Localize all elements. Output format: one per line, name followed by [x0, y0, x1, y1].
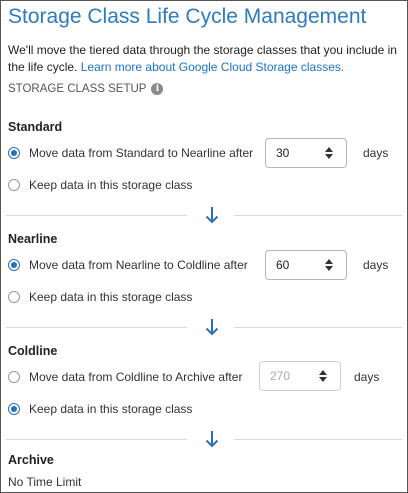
nearline-move-label: Move data from Nearline to Coldline afte… — [29, 258, 248, 272]
learn-more-link[interactable]: Learn more about Google Cloud Storage cl… — [81, 60, 345, 74]
standard-move-label: Move data from Standard to Nearline afte… — [29, 146, 254, 160]
arrow-down-icon — [205, 431, 219, 448]
spin-down-icon[interactable] — [325, 154, 333, 159]
section-title-archive: Archive — [8, 453, 54, 467]
coldline-days-stepper[interactable]: 270 — [259, 361, 341, 391]
section-title-coldline: Coldline — [8, 344, 58, 358]
standard-days-unit: days — [363, 146, 389, 160]
standard-keep-label: Keep data in this storage class — [29, 178, 193, 192]
standard-keep-option[interactable]: Keep data in this storage class — [8, 178, 192, 192]
divider — [6, 327, 187, 328]
nearline-keep-label: Keep data in this storage class — [29, 290, 193, 304]
setup-label: STORAGE CLASS SETUP — [8, 83, 147, 95]
coldline-days-value: 270 — [270, 369, 291, 383]
divider — [234, 439, 402, 440]
divider — [234, 327, 402, 328]
standard-days-stepper[interactable]: 30 — [265, 138, 347, 168]
spin-down-icon[interactable] — [319, 377, 327, 382]
spin-up-icon[interactable] — [325, 259, 333, 264]
intro-text: We'll move the tiered data through the s… — [8, 42, 400, 76]
standard-keep-radio[interactable] — [8, 179, 20, 191]
coldline-move-label: Move data from Coldline to Archive after — [29, 370, 243, 384]
nearline-move-option[interactable]: Move data from Nearline to Coldline afte… — [8, 258, 248, 272]
storage-class-setup-heading: STORAGE CLASS SETUP i — [8, 83, 164, 95]
nearline-move-radio[interactable] — [8, 259, 20, 271]
lifecycle-panel: Storage Class Life Cycle Management We'l… — [0, 0, 408, 493]
arrow-down-icon — [205, 319, 219, 336]
nearline-days-value: 60 — [276, 258, 290, 272]
nearline-keep-radio[interactable] — [8, 291, 20, 303]
nearline-days-unit: days — [363, 258, 389, 272]
section-title-nearline: Nearline — [8, 232, 58, 246]
coldline-keep-radio[interactable] — [8, 403, 20, 415]
standard-days-value: 30 — [276, 146, 290, 160]
coldline-move-option[interactable]: Move data from Coldline to Archive after — [8, 370, 242, 384]
coldline-days-spin[interactable] — [314, 370, 332, 382]
standard-move-radio[interactable] — [8, 147, 20, 159]
page-title: Storage Class Life Cycle Management — [8, 5, 367, 28]
spin-up-icon[interactable] — [319, 370, 327, 375]
divider — [6, 439, 187, 440]
coldline-keep-label: Keep data in this storage class — [29, 402, 193, 416]
standard-move-option[interactable]: Move data from Standard to Nearline afte… — [8, 146, 253, 160]
nearline-keep-option[interactable]: Keep data in this storage class — [8, 290, 192, 304]
nearline-days-spin[interactable] — [320, 259, 338, 271]
coldline-days-unit: days — [354, 370, 380, 384]
standard-days-spin[interactable] — [320, 147, 338, 159]
spin-up-icon[interactable] — [325, 147, 333, 152]
arrow-down-icon — [205, 207, 219, 224]
nearline-days-stepper[interactable]: 60 — [265, 250, 347, 280]
coldline-keep-option[interactable]: Keep data in this storage class — [8, 402, 192, 416]
archive-time-limit: No Time Limit — [8, 475, 82, 489]
section-title-standard: Standard — [8, 120, 63, 134]
info-icon[interactable]: i — [151, 83, 164, 95]
spin-down-icon[interactable] — [325, 266, 333, 271]
divider — [234, 215, 402, 216]
coldline-move-radio[interactable] — [8, 371, 20, 383]
divider — [6, 215, 187, 216]
